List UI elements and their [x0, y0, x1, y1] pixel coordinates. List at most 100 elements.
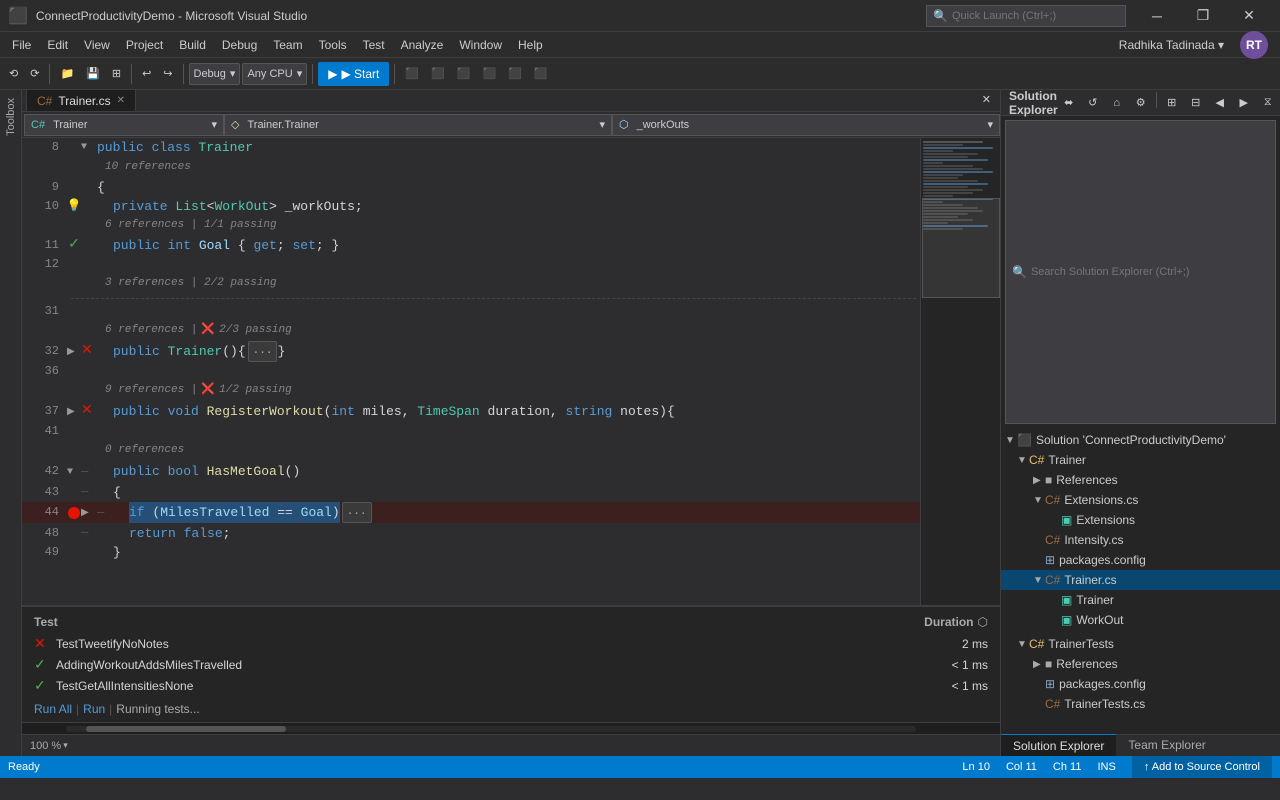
debug-mode-dropdown[interactable]: Debug ▾ [189, 63, 241, 85]
code-line-32: public Trainer(){...} [97, 342, 285, 361]
nav-forward-button[interactable]: ⟳ [25, 62, 44, 86]
line-number: 42 [22, 462, 67, 481]
class-icon: C# [31, 119, 45, 131]
class-dropdown[interactable]: C# Trainer ▾ [24, 114, 224, 136]
status-bar: Ready Ln 10 Col 11 Ch 11 INS ↑ Add to So… [0, 756, 1280, 778]
extensions-file-icon: C# [1045, 493, 1060, 507]
zoom-bar: 100 % ▾ [22, 734, 1000, 756]
menu-debug[interactable]: Debug [214, 32, 265, 58]
collapse-icon-42[interactable]: ▼ [67, 467, 73, 478]
platform-dropdown[interactable]: Any CPU ▾ [242, 63, 307, 85]
menu-tools[interactable]: Tools [311, 32, 355, 58]
menu-help[interactable]: Help [510, 32, 551, 58]
collapse-icon[interactable]: ▼ [81, 138, 97, 157]
save-all-button[interactable]: ⊞ [107, 62, 126, 86]
se-expand-button[interactable]: ⊞ [1161, 92, 1183, 114]
save-button[interactable]: 💾 [81, 62, 105, 86]
tab-team-explorer[interactable]: Team Explorer [1116, 734, 1217, 756]
extensions-class-label: Extensions [1076, 513, 1135, 527]
user-name: Radhika Tadinada ▾ [1119, 38, 1224, 52]
nav-back-button[interactable]: ⟲ [4, 62, 23, 86]
h-scrollbar-track[interactable] [66, 726, 916, 732]
tab-trainer-cs[interactable]: C# Trainer.cs ✕ [26, 90, 136, 111]
h-scrollbar-thumb[interactable] [86, 726, 286, 732]
tab-solution-explorer[interactable]: Solution Explorer [1001, 734, 1116, 756]
code-line-10: private List<WorkOut> _workOuts; [97, 197, 363, 216]
menu-build[interactable]: Build [171, 32, 214, 58]
undo-button[interactable]: ↩ [137, 62, 156, 86]
solution-explorer: Solution Explorer ⬌ ↺ ⌂ ⚙ ⊞ ⊟ ◀ ▶ ⧖ 📌 ✕ … [1000, 90, 1280, 756]
tree-solution[interactable]: ▼ ⬛ Solution 'ConnectProductivityDemo' [1001, 430, 1280, 450]
menu-bar: File Edit View Project Build Debug Team … [0, 32, 1280, 58]
close-button[interactable]: ✕ [1226, 0, 1272, 32]
trainertests-project-label: TrainerTests [1048, 637, 1114, 651]
open-button[interactable]: 📁 [55, 62, 79, 86]
toolbar-btn-6[interactable]: ⬛ [529, 62, 553, 86]
run-all-button[interactable]: Run All [34, 702, 72, 716]
code-editor[interactable]: 8 ▼ public class Trainer 10 references 9 [22, 138, 920, 605]
quick-launch-bar[interactable]: 🔍 [926, 5, 1126, 27]
tree-workout-class[interactable]: ▣ WorkOut [1001, 610, 1280, 630]
menu-analyze[interactable]: Analyze [393, 32, 452, 58]
tab-close-icon[interactable]: ✕ [117, 95, 125, 106]
tree-trainertests-project[interactable]: ▼ C# TrainerTests [1001, 634, 1280, 654]
restore-button[interactable]: ❐ [1180, 0, 1226, 32]
toolbar-btn-3[interactable]: ⬛ [452, 62, 476, 86]
se-collapse-button[interactable]: ⊟ [1185, 92, 1207, 114]
expand-icon-37[interactable]: ▶ [67, 407, 75, 418]
vs-icon: ⬛ [8, 6, 28, 26]
se-settings-button[interactable]: ⚙ [1130, 92, 1152, 114]
quick-launch-input[interactable] [952, 10, 1119, 22]
run-button[interactable]: Run [83, 702, 105, 716]
menu-team[interactable]: Team [265, 32, 310, 58]
menu-test[interactable]: Test [355, 32, 393, 58]
editor-close-button[interactable]: ✕ [977, 90, 996, 111]
toolbar-btn-4[interactable]: ⬛ [477, 62, 501, 86]
minimize-button[interactable]: ─ [1134, 0, 1180, 32]
menu-window[interactable]: Window [451, 32, 510, 58]
se-search-input[interactable] [1031, 266, 1269, 278]
test-pass-icon-2: ✓ [34, 656, 50, 673]
se-sync-button[interactable]: ⬌ [1058, 92, 1080, 114]
field-dropdown[interactable]: ⬡ _workOuts ▾ [612, 114, 1000, 136]
toolbar-btn-5[interactable]: ⬛ [503, 62, 527, 86]
user-avatar[interactable]: RT [1240, 31, 1268, 59]
external-link-icon[interactable]: ⬡ [978, 615, 988, 629]
se-forward-button[interactable]: ▶ [1233, 92, 1255, 114]
tree-references-1[interactable]: ▶ ■ References [1001, 470, 1280, 490]
expand-icon-32[interactable]: ▶ [67, 347, 75, 358]
h-scrollbar[interactable] [22, 722, 1000, 734]
toolbar-btn-2[interactable]: ⬛ [426, 62, 450, 86]
redo-button[interactable]: ↪ [158, 62, 177, 86]
tree-packages-config[interactable]: ⊞ packages.config [1001, 550, 1280, 570]
se-refresh-button[interactable]: ↺ [1082, 92, 1104, 114]
add-to-source-control-button[interactable]: ↑ Add to Source Control [1132, 756, 1272, 778]
menu-view[interactable]: View [76, 32, 118, 58]
toolbox-tab[interactable]: Toolbox [1, 90, 21, 144]
menu-file[interactable]: File [4, 32, 39, 58]
editor-nav: C# Trainer ▾ ◇ Trainer.Trainer ▾ ⬡ _work… [22, 112, 1000, 138]
tree-references-2[interactable]: ▶ ■ References [1001, 654, 1280, 674]
line-number: 10 [22, 197, 67, 216]
expand-icon-44[interactable]: ▶ [81, 508, 89, 519]
se-home-button[interactable]: ⌂ [1106, 92, 1128, 114]
tree-packages-config-2[interactable]: ⊞ packages.config [1001, 674, 1280, 694]
ref-hint-8: 10 references [97, 158, 191, 177]
zoom-dropdown[interactable]: 100 % ▾ [30, 740, 68, 752]
tree-trainer-cs[interactable]: ▼ C# Trainer.cs [1001, 570, 1280, 590]
se-filter-button[interactable]: ⧖ [1257, 92, 1279, 114]
tree-trainer-class[interactable]: ▣ Trainer [1001, 590, 1280, 610]
start-button[interactable]: ▶ ▶ Start [318, 62, 389, 86]
test-duration-2: < 1 ms [952, 658, 988, 672]
tree-trainertests-cs[interactable]: C# TrainerTests.cs [1001, 694, 1280, 714]
se-back-button[interactable]: ◀ [1209, 92, 1231, 114]
toolbar-btn-1[interactable]: ⬛ [400, 62, 424, 86]
tree-intensity-cs[interactable]: C# Intensity.cs [1001, 530, 1280, 550]
menu-project[interactable]: Project [118, 32, 171, 58]
tree-extensions-cs[interactable]: ▼ C# Extensions.cs [1001, 490, 1280, 510]
tree-extensions-class[interactable]: ▣ Extensions [1001, 510, 1280, 530]
line-number: 43 [22, 483, 67, 502]
menu-edit[interactable]: Edit [39, 32, 76, 58]
tree-trainer-project[interactable]: ▼ C# Trainer [1001, 450, 1280, 470]
member-dropdown[interactable]: ◇ Trainer.Trainer ▾ [224, 114, 612, 136]
